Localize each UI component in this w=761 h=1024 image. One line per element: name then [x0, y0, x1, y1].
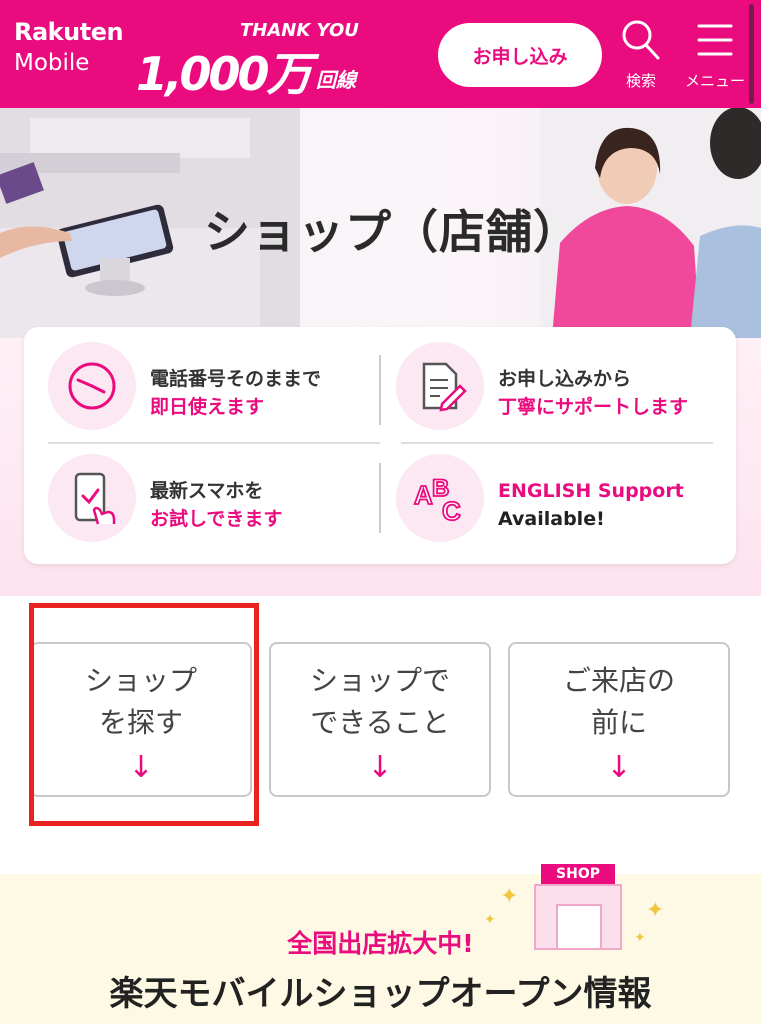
shop-services-button[interactable]: ショップでできること ↓	[269, 642, 491, 797]
shop-sign: SHOP	[541, 864, 615, 884]
document-pen-icon	[396, 342, 484, 430]
button-line1: ご来店の	[562, 664, 675, 697]
sparkle-icon: ✦	[646, 898, 665, 923]
feature-support: お申し込みから 丁寧にサポートします	[396, 337, 736, 437]
svg-text:C: C	[442, 496, 461, 526]
search-label: 検索	[625, 72, 656, 90]
page-title: ショップ（店舗）	[204, 205, 580, 259]
feature-text-line2: 即日使えます	[150, 396, 265, 418]
divider	[48, 442, 380, 444]
feature-try-phones: 最新スマホを お試しできます	[48, 449, 388, 549]
feature-text-line2: お試しできます	[150, 508, 283, 530]
logo-line2: Mobile	[14, 50, 90, 76]
features-card: 電話番号そのままで 即日使えます お申し込みから 丁寧にサポートします 最新スマ…	[24, 327, 736, 564]
feature-text-line1: 電話番号そのままで	[150, 368, 322, 390]
banner-subtitle: 全国出店拡大中!	[287, 929, 474, 958]
arrow-down-icon: ↓	[606, 750, 632, 785]
feature-text-line1: ENGLISH Support	[498, 480, 684, 502]
divider	[379, 355, 381, 425]
before-visit-button[interactable]: ご来店の前に ↓	[508, 642, 730, 797]
apply-button[interactable]: お申し込み	[438, 23, 602, 87]
feature-text-line1: 最新スマホを	[150, 480, 264, 502]
button-line2: できること	[310, 706, 450, 739]
hero-banner: ショップ（店舗）	[0, 108, 761, 338]
hamburger-menu-icon	[697, 24, 733, 56]
clock-icon	[48, 342, 136, 430]
site-header: Rakuten Mobile THANK YOU 1,000万 回線 お申し込み…	[0, 0, 761, 108]
button-line2: 前に	[590, 706, 647, 739]
search-button[interactable]: 検索	[616, 18, 666, 91]
divider	[379, 463, 381, 533]
divider	[401, 442, 713, 444]
smartphone-touch-icon	[48, 454, 136, 542]
feature-text-line2: Available!	[498, 508, 605, 530]
banner-title: 楽天モバイルショップオープン情報	[109, 974, 652, 1014]
arrow-down-icon: ↓	[367, 750, 393, 785]
feature-text-line1: お申し込みから	[498, 368, 632, 390]
search-icon	[622, 20, 660, 60]
abc-icon: A B C	[396, 454, 484, 542]
thank-you-count: 1,000万	[136, 47, 313, 101]
feature-text-line2: 丁寧にサポートします	[498, 396, 689, 418]
button-line1: ショップで	[309, 664, 450, 697]
rakuten-mobile-logo[interactable]: Rakuten Mobile	[14, 18, 124, 76]
menu-label: メニュー	[684, 72, 745, 90]
thank-you-unit: 回線	[316, 68, 356, 92]
menu-button[interactable]: メニュー	[680, 18, 750, 91]
sparkle-icon: ✦	[500, 884, 519, 909]
feature-english: A B C ENGLISH Support Available!	[396, 449, 736, 549]
svg-text:A: A	[414, 480, 433, 510]
feature-same-day: 電話番号そのままで 即日使えます	[48, 337, 388, 437]
logo-line1: Rakuten	[14, 18, 124, 46]
scrollbar[interactable]	[749, 4, 754, 104]
highlight-box	[29, 603, 259, 826]
